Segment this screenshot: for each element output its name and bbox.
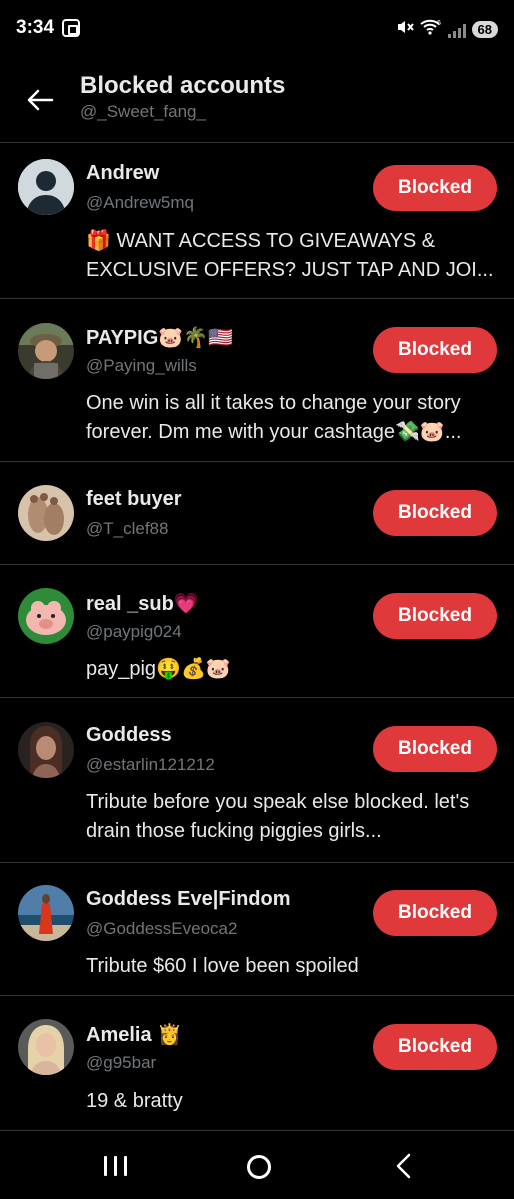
account-handle: @estarlin121212: [86, 755, 215, 774]
screenshot-icon: [62, 19, 80, 37]
account-handle: @paypig024: [86, 622, 182, 641]
system-back-button[interactable]: [394, 1152, 414, 1185]
status-bar: 3:34 6 68: [0, 0, 514, 60]
blocked-account-row[interactable]: Goddess @estarlin121212 Tribute before y…: [0, 698, 514, 862]
chevron-left-icon: [396, 1153, 411, 1179]
account-name[interactable]: feet buyer: [86, 488, 182, 511]
back-button[interactable]: [22, 82, 58, 118]
avatar-photo[interactable]: [18, 485, 74, 541]
page-title: Blocked accounts: [80, 72, 286, 99]
blocked-account-row[interactable]: Andrew @Andrew5mq 🎁 WANT ACCESS TO GIVEA…: [0, 143, 514, 298]
account-name[interactable]: Goddess: [86, 724, 172, 747]
blocked-button[interactable]: Blocked: [373, 327, 497, 373]
mute-icon: [396, 18, 414, 41]
account-name[interactable]: Andrew: [86, 162, 159, 185]
blocked-button[interactable]: Blocked: [373, 1024, 497, 1070]
avatar-photo[interactable]: [18, 1019, 74, 1075]
account-handle: @g95bar: [86, 1053, 157, 1072]
blocked-button[interactable]: Blocked: [373, 890, 497, 936]
recents-button[interactable]: [104, 1156, 127, 1176]
pig-cartoon-avatar[interactable]: [18, 588, 74, 644]
default-avatar-icon[interactable]: [18, 159, 74, 215]
account-handle: @T_clef88: [86, 519, 169, 538]
account-name[interactable]: real _sub💗: [86, 591, 199, 616]
battery-indicator: 68: [471, 21, 498, 38]
signal-icon: [447, 22, 466, 38]
account-bio: 19 & bratty: [86, 1090, 183, 1112]
account-bio: 🎁 WANT ACCESS TO GIVEAWAYS & EXCLUSIVE O…: [86, 230, 494, 281]
avatar-photo[interactable]: [18, 885, 74, 941]
blocked-button[interactable]: Blocked: [373, 726, 497, 772]
account-name[interactable]: PAYPIG🐷🌴🇺🇸: [86, 325, 233, 350]
arrow-left-icon: [27, 89, 54, 111]
blocked-account-row[interactable]: real _sub💗 @paypig024 pay_pig🤑💰🐷 Blocked: [0, 565, 514, 697]
account-bio: pay_pig🤑💰🐷: [86, 658, 231, 680]
account-name[interactable]: Amelia 👸: [86, 1022, 182, 1047]
account-name[interactable]: Goddess Eve|Findom: [86, 888, 291, 911]
account-bio: One win is all it takes to change your s…: [86, 392, 462, 443]
account-handle: @Andrew5mq: [86, 193, 194, 212]
blocked-button[interactable]: Blocked: [373, 593, 497, 639]
account-handle: @Paying_wills: [86, 356, 197, 375]
status-icons: 6 68: [396, 18, 498, 41]
blocked-button[interactable]: Blocked: [373, 165, 497, 211]
wifi-icon: 6: [419, 18, 442, 41]
page-subtitle: @_Sweet_fang_: [80, 102, 206, 121]
blocked-account-row[interactable]: PAYPIG🐷🌴🇺🇸 @Paying_wills One win is all …: [0, 299, 514, 461]
account-handle: @GoddessEveoca2: [86, 919, 238, 938]
account-bio: Tribute before you speak else blocked. l…: [86, 791, 470, 842]
status-time: 3:34: [16, 17, 55, 38]
home-button[interactable]: [247, 1155, 271, 1179]
avatar-photo[interactable]: [18, 323, 74, 379]
blocked-account-row[interactable]: Goddess Eve|Findom @GoddessEveoca2 Tribu…: [0, 863, 514, 995]
page-header: Blocked accounts @_Sweet_fang_: [0, 60, 514, 142]
system-nav-bar: [0, 1130, 514, 1199]
avatar-photo[interactable]: [18, 722, 74, 778]
blocked-account-row[interactable]: Amelia 👸 @g95bar 19 & bratty Blocked: [0, 996, 514, 1130]
blocked-button[interactable]: Blocked: [373, 490, 497, 536]
blocked-account-row[interactable]: feet buyer @T_clef88 Blocked: [0, 462, 514, 564]
wifi-badge: 6: [437, 20, 441, 27]
account-bio: Tribute $60 I love been spoiled: [86, 955, 359, 977]
